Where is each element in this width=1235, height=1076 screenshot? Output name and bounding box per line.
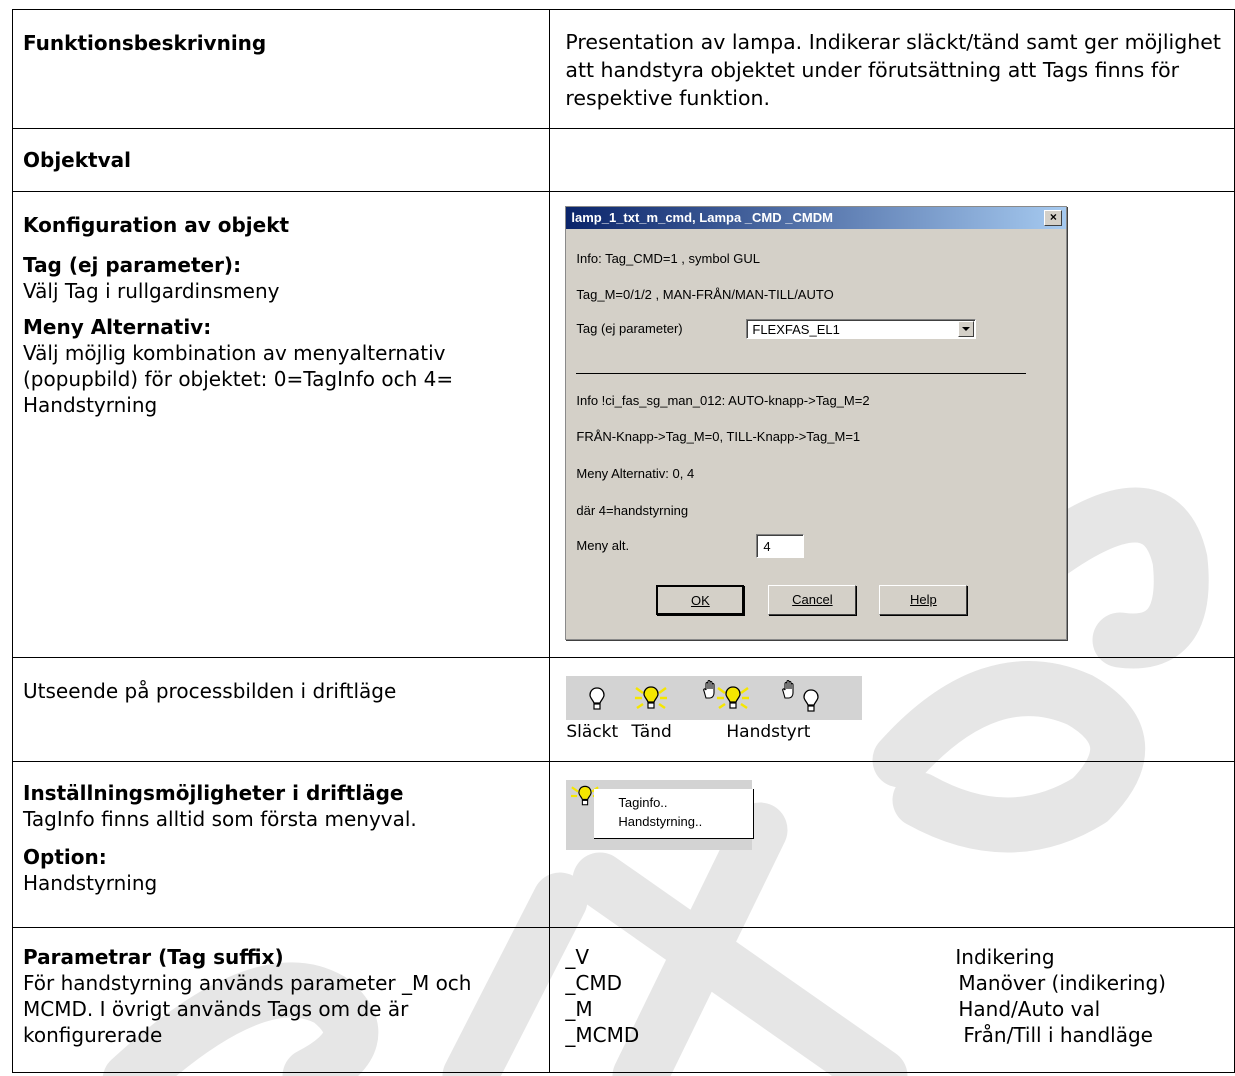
param-row: _M Hand/Auto val (565, 996, 1224, 1022)
menu-item-handstyrning[interactable]: Handstyrning.. (618, 812, 753, 831)
konfig-tag-label: Tag (ej parameter): (23, 253, 242, 277)
row-konfiguration: Konfiguration av objekt Tag (ej paramete… (11, 191, 1235, 658)
objektval-label: Objektval (23, 148, 131, 172)
dialog-tag-m-line: Tag_M=0/1/2 , MAN-FRÅN/MAN-TILL/AUTO (576, 287, 834, 302)
dialog-knapp-line: FRÅN-Knapp->Tag_M=0, TILL-Knapp->Tag_M=1 (576, 429, 861, 444)
dialog-title-bar: lamp_1_txt_m_cmd, Lampa _CMD _CMDM × (566, 207, 1067, 229)
funktion-text: Presentation av lampa. Indikerar släckt/… (565, 30, 1221, 110)
installning-text: TagInfo finns alltid som första menyval. (23, 807, 417, 831)
dialog-separator (576, 373, 1027, 374)
menu-item-taginfo[interactable]: Taginfo.. (618, 793, 753, 812)
context-menu-preview: Taginfo.. Handstyrning.. (566, 780, 755, 850)
row-installning: Inställningsmöjligheter i driftläge TagI… (11, 761, 1235, 928)
parametrar-heading: Parametrar (Tag suffix) (23, 945, 284, 969)
lamp-off-handstyrt-icon (803, 689, 820, 712)
param-suffix: _CMD (565, 971, 623, 995)
caption-slackt: Släckt (566, 722, 619, 742)
parametrar-text: För handstyrning används parameter _M oc… (23, 971, 472, 1047)
konfig-meny-text: Välj möjlig kombination av menyalternati… (23, 341, 454, 417)
param-suffix: _MCMD (565, 1023, 640, 1047)
param-row: _V Indikering (565, 944, 1224, 970)
dialog-info-line: Info: Tag_CMD=1 , symbol GUL (576, 251, 761, 266)
lamp-on-icon (635, 686, 668, 710)
dialog-info-auto-line: Info !ci_fas_sg_man_012: AUTO-knapp->Tag… (576, 393, 870, 408)
installning-heading: Inställningsmöjligheter i driftläge (23, 781, 404, 805)
close-icon[interactable]: × (1044, 210, 1063, 226)
caption-tand: Tänd (631, 722, 672, 742)
dialog-meny-alternativ-line: Meny Alternativ: 0, 4 (576, 466, 695, 481)
param-list: _V Indikering _CMD Manöver (indikering) … (550, 928, 1234, 1048)
dialog-handstyrning-line: där 4=handstyrning (576, 503, 689, 518)
utseende-label: Utseende på processbilden i driftläge (23, 679, 397, 703)
param-desc: Hand/Auto val (958, 997, 1101, 1021)
tag-dropdown-value: FLEXFAS_EL1 (752, 322, 840, 337)
dialog-meny-alt-label: Meny alt. (576, 538, 630, 553)
konfig-tag-text: Välj Tag i rullgardinsmeny (23, 279, 280, 303)
lamp-off-icon (589, 687, 606, 710)
lamp-on-handstyrt-icon (717, 686, 750, 710)
ok-button[interactable]: OK (656, 585, 745, 615)
row-funktion: Funktionsbeskrivning Presentation av lam… (11, 9, 1235, 129)
context-menu: Taginfo.. Handstyrning.. (594, 789, 755, 839)
hand-icon (782, 680, 794, 699)
param-desc: Manöver (indikering) (958, 971, 1166, 995)
cancel-button[interactable]: Cancel (768, 585, 857, 615)
lamp-state-captions: Släckt Tänd Handstyrt (566, 720, 1234, 744)
option-text: Handstyrning (23, 871, 158, 895)
help-button[interactable]: Help (879, 585, 968, 615)
funktion-label: Funktionsbeskrivning (23, 31, 267, 55)
konfig-heading: Konfiguration av objekt (23, 213, 290, 237)
chevron-down-icon[interactable] (958, 321, 975, 337)
config-dialog: lamp_1_txt_m_cmd, Lampa _CMD _CMDM × Inf… (565, 206, 1068, 640)
param-row: _CMD Manöver (indikering) (565, 970, 1224, 996)
param-row: _MCMD Från/Till i handläge (565, 1022, 1224, 1048)
option-label: Option: (23, 845, 107, 869)
param-suffix: _M (565, 997, 593, 1021)
row-utseende: Utseende på processbilden i driftläge Sl… (11, 657, 1235, 762)
tag-dropdown[interactable]: FLEXFAS_EL1 (746, 319, 977, 339)
dialog-tag-label: Tag (ej parameter) (576, 321, 683, 336)
caption-handstyrt: Handstyrt (726, 722, 811, 742)
param-suffix: _V (565, 945, 590, 969)
meny-alt-input[interactable]: 4 (756, 534, 805, 558)
row-objektval: Objektval (11, 128, 1235, 192)
lamp-states-strip (566, 676, 863, 720)
spec-table: Funktionsbeskrivning Presentation av lam… (11, 9, 1235, 1073)
param-desc: Indikering (955, 945, 1055, 969)
param-desc: Från/Till i handläge (963, 1023, 1153, 1047)
konfig-meny-label: Meny Alternativ: (23, 315, 212, 339)
dialog-title: lamp_1_txt_m_cmd, Lampa _CMD _CMDM (571, 210, 833, 225)
row-parametrar: Parametrar (Tag suffix) För handstyrning… (11, 927, 1235, 1073)
